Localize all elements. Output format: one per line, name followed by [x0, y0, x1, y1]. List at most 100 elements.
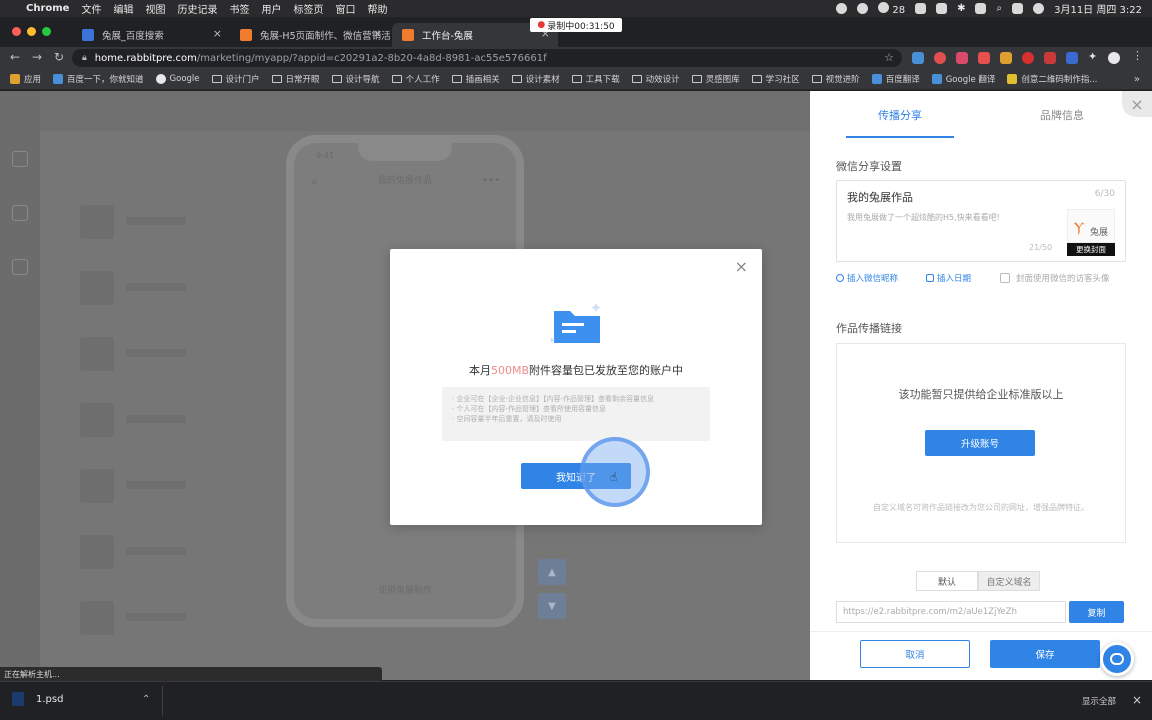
upgrade-account-button[interactable]: 升级账号 [925, 430, 1035, 456]
dialog-close-icon[interactable]: × [735, 257, 748, 276]
menu-history[interactable]: 历史记录 [177, 1, 217, 16]
tab-close-icon[interactable]: × [213, 27, 222, 40]
menu-file[interactable]: 文件 [81, 1, 101, 16]
support-chat-button[interactable] [1100, 642, 1134, 676]
lock-icon[interactable]: 🔒︎ [82, 53, 87, 63]
zoom-window-button[interactable] [42, 27, 51, 36]
domain-custom-toggle[interactable]: 自定义域名 [978, 571, 1040, 591]
tab-brand-info[interactable]: 品牌信息 [1040, 107, 1084, 123]
move-down-arrow-icon[interactable]: ▼ [538, 593, 566, 619]
sidebar-data-icon[interactable] [12, 205, 28, 221]
bookmark-baidu-translate[interactable]: 百度翻译 [871, 73, 920, 85]
extension-icon[interactable] [1066, 52, 1078, 64]
shelf-divider [162, 686, 163, 716]
menu-tab[interactable]: 标签页 [293, 1, 323, 16]
tab-close-icon[interactable]: × [373, 27, 382, 40]
extension-icon[interactable] [1000, 52, 1012, 64]
close-window-button[interactable] [12, 27, 21, 36]
status-play-icon[interactable] [857, 3, 869, 14]
bookmark-apps[interactable]: 应用 [10, 73, 41, 85]
status-a-icon[interactable] [936, 3, 948, 14]
menu-view[interactable]: 视图 [145, 1, 165, 16]
minimize-window-button[interactable] [27, 27, 36, 36]
tab-share[interactable]: 传播分享 [878, 107, 922, 123]
extension-icon[interactable] [912, 52, 924, 64]
bookmark-folder[interactable]: 插画相关 [451, 73, 500, 85]
share-url-field[interactable]: https://e2.rabbitpre.com/m2/aUe1ZjYeZh [836, 601, 1066, 623]
status-app-icon[interactable] [836, 3, 848, 14]
status-window-icon[interactable] [915, 3, 927, 14]
reload-icon[interactable]: ↻ [54, 50, 64, 64]
share-title-input[interactable]: 我的兔展作品 [847, 189, 913, 205]
panel-close-icon[interactable]: × [1122, 91, 1152, 117]
bookmark-folder[interactable]: 学习社区 [751, 73, 800, 85]
search-icon[interactable]: ⌕ [996, 3, 1002, 14]
cover-thumbnail[interactable]: Ⲩ 兔展 [1067, 209, 1115, 243]
bluetooth-icon[interactable]: ✱ [957, 3, 965, 14]
show-all-downloads-button[interactable]: 显示全部 [1082, 695, 1116, 707]
visitor-avatar-option[interactable]: 封面使用微信的访客头像 [1000, 272, 1110, 284]
sidebar-works-icon[interactable] [12, 151, 28, 167]
bookmark-folder[interactable]: 工具下载 [571, 73, 620, 85]
bookmark-qrcode-guide[interactable]: 创意二维码制作指... [1007, 73, 1098, 85]
menu-help[interactable]: 帮助 [367, 1, 387, 16]
puzzle-extensions-icon[interactable]: ✦ [1088, 50, 1100, 63]
bookmark-folder[interactable]: 设计导航 [331, 73, 380, 85]
insert-date-option[interactable]: 插入日期 [926, 272, 971, 284]
note-line: · 空间容量半年后重置，请及时使用 [452, 415, 562, 423]
bookmark-folder[interactable]: 设计素材 [511, 73, 560, 85]
bookmark-folder[interactable]: 个人工作 [391, 73, 440, 85]
profile-avatar[interactable] [1108, 52, 1120, 64]
extension-icon[interactable] [956, 52, 968, 64]
forward-arrow-icon[interactable]: → [32, 50, 42, 64]
close-shelf-icon[interactable]: × [1132, 693, 1142, 707]
menu-bookmarks[interactable]: 书签 [229, 1, 249, 16]
bookmark-folder[interactable]: 日常开眼 [271, 73, 320, 85]
more-menu-icon[interactable]: ⋮ [1132, 49, 1144, 62]
status-clock-icon [878, 1, 890, 13]
download-item[interactable]: 1.psd [12, 692, 160, 706]
bookmarks-overflow-icon[interactable]: » [1134, 74, 1140, 85]
menu-edit[interactable]: 编辑 [113, 1, 133, 16]
chevron-up-icon[interactable]: ⌃ [142, 694, 150, 705]
bookmark-folder[interactable]: 灵感图库 [691, 73, 740, 85]
share-desc-input[interactable]: 我用兔展做了一个超炫酷的H5,快来看看吧! [847, 212, 1000, 223]
menu-app-name[interactable]: Chrome [26, 3, 69, 14]
siri-icon[interactable] [1033, 3, 1045, 14]
bookmark-folder[interactable]: 设计门户 [211, 73, 260, 85]
bookmark-folder[interactable]: 动效设计 [631, 73, 680, 85]
menu-datetime[interactable]: 3月11日 周四 3:22 [1054, 1, 1142, 16]
bookmark-baidu[interactable]: 百度一下，你就知道 [53, 73, 144, 85]
tab-rabbitpre-home[interactable]: 兔展-H5页面制作、微信营销活动 × [230, 23, 390, 47]
app-sidebar [0, 91, 40, 680]
save-button[interactable]: 保存 [990, 640, 1100, 668]
cancel-button[interactable]: 取消 [860, 640, 970, 668]
avatar-checkbox[interactable] [1000, 273, 1010, 283]
macos-menu-bar: Chrome 文件 编辑 视图 历史记录 书签 用户 标签页 窗口 帮助 28 … [0, 0, 1152, 17]
battery-icon[interactable] [975, 3, 987, 14]
move-up-arrow-icon[interactable]: ▲ [538, 559, 566, 585]
extension-icon[interactable] [978, 52, 990, 64]
bookmark-folder[interactable]: 视觉进阶 [811, 73, 860, 85]
sidebar-lock-icon[interactable] [12, 259, 28, 275]
menu-people[interactable]: 用户 [261, 1, 281, 16]
back-arrow-icon[interactable]: ← [10, 50, 20, 64]
bookmark-star-icon[interactable]: ☆ [884, 51, 894, 64]
change-cover-button[interactable]: 更换封面 [1067, 243, 1115, 256]
pinterest-extension-icon[interactable] [934, 52, 946, 64]
app-header [40, 91, 810, 131]
tab-baidu-search[interactable]: 兔展_百度搜索 × [72, 23, 230, 47]
bookmark-google-translate[interactable]: Google 翻译 [931, 73, 995, 85]
bookmark-google[interactable]: Google [155, 74, 200, 84]
extension-icon[interactable] [1022, 52, 1034, 64]
status-counter[interactable]: 28 [878, 1, 905, 16]
domain-default-toggle[interactable]: 默认 [916, 571, 978, 591]
insert-nickname-option[interactable]: 插入微信昵称 [836, 272, 898, 284]
control-center-icon[interactable] [1012, 3, 1024, 14]
url-path: /marketing/myapp/?appid=c20291a2-8b20-4a… [196, 52, 547, 64]
menu-window[interactable]: 窗口 [335, 1, 355, 16]
note-line: · 个人可在【内容-作品管理】查看所使用容量信息 [452, 405, 606, 413]
address-bar[interactable]: 🔒︎ home.rabbitpre.com/marketing/myapp/?a… [72, 49, 902, 67]
copy-url-button[interactable]: 复制 [1069, 601, 1124, 623]
extension-icon[interactable] [1044, 52, 1056, 64]
